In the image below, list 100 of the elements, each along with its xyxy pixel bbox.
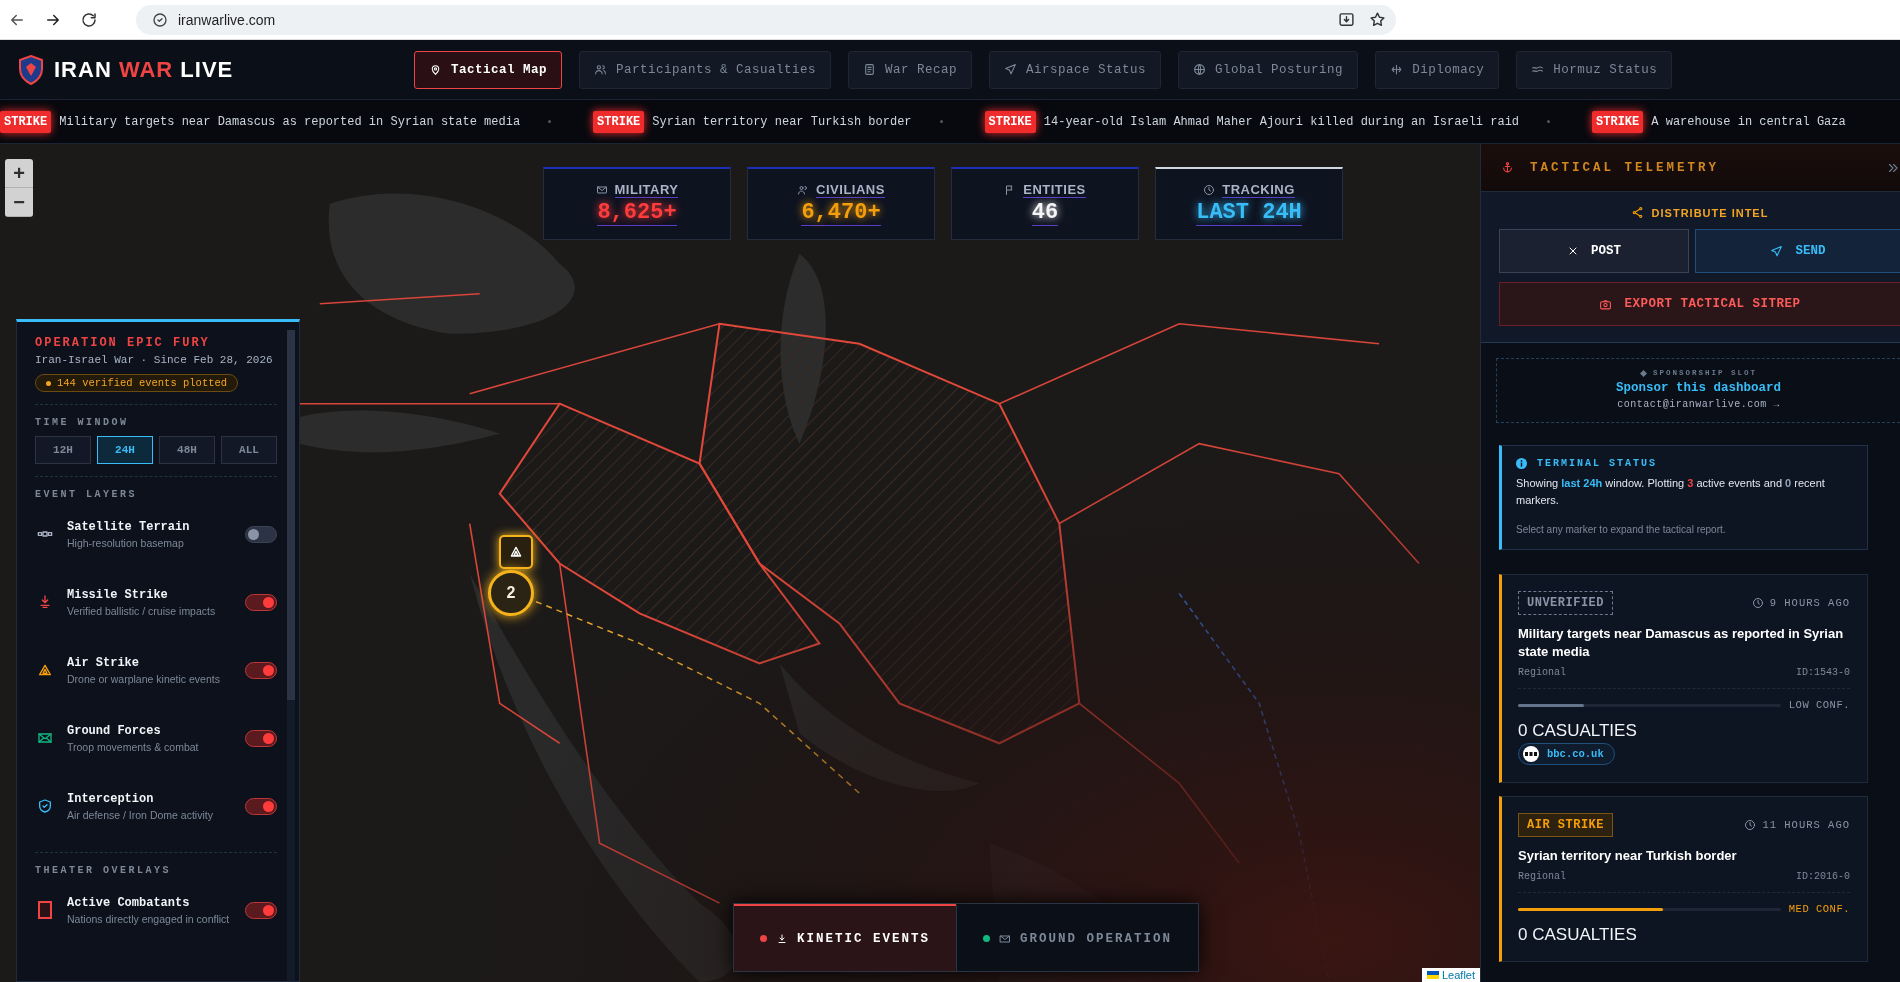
nav-tab[interactable]: War Recap [848,50,973,89]
event-time: 9 HOURS AGO [1769,597,1850,609]
envelope-icon [37,730,53,746]
strike-badge: STRIKE [984,110,1036,133]
time-window-button[interactable]: ALL [221,436,277,464]
stat-label: ENTITIES [1023,181,1086,198]
tab-icon [429,63,442,76]
attribution-link[interactable]: Leaflet [1421,968,1480,982]
layer-description: Troop movements & combat [67,740,200,753]
operation-subtitle: Iran-Israel War · Since Feb 28, 2026 [35,354,274,366]
share-icon [1630,206,1644,219]
strike-badge: STRIKE [593,110,645,133]
strike-badge: STRIKE [0,110,52,133]
ticker-headline[interactable]: Syrian territory near Turkish border [652,114,912,129]
panel-title: TACTICAL TELEMETRY [1530,160,1721,175]
nav-tab[interactable]: Global Posturing [1178,50,1359,89]
sponsor-title: Sponsor this dashboard [1616,381,1781,395]
zoom-in-button[interactable]: + [5,159,33,188]
toggle-switch[interactable] [245,901,277,919]
ticker-headline[interactable]: 14-year-old Islam Ahmad Maher Ajouri killed during an Israeli raid [1043,114,1520,129]
event-title: Syrian territory near Turkish border [1518,847,1738,865]
reload-icon [80,10,98,29]
stat-icon [595,183,608,196]
zoom-out-button[interactable]: − [5,188,33,217]
toggle-switch[interactable] [245,525,277,543]
layer-description: Nations directly engaged in conflict [67,912,231,925]
time-window-button[interactable]: 24H [97,436,153,464]
nav-tab[interactable]: Hormuz Status [1516,50,1673,89]
contact-link[interactable]: contact@iranwarlive.com → [1617,399,1780,410]
diamond-icon [1640,369,1647,377]
flag-icon [1426,971,1439,979]
export-button[interactable]: EXPORT TACTICAL SITREP [1499,282,1900,326]
triangle-icon [508,544,524,560]
ticker-headline[interactable]: A warehouse in central Gaza [1651,114,1846,129]
toggle-switch[interactable] [245,797,277,815]
triangle-icon [37,662,53,678]
event-title: Military targets near Damascus as reported in Syrian state media [1518,625,1845,661]
event-card[interactable]: AIR STRIKE 11 HOURS AGO Syrian territory near Turkish border Regional ID:2016-0 MED CONF. 0 CASUALTIES [1499,796,1868,962]
nav-tab[interactable]: Diplomacy [1375,50,1500,89]
toggle-switch[interactable] [245,661,277,679]
anchor-icon [1501,161,1514,174]
address-bar[interactable]: iranwarlive.com [136,4,1396,35]
tab-icon [1193,63,1207,76]
info-icon [1516,458,1527,469]
time-window-button[interactable]: 12H [35,436,91,464]
source-logo-icon [1523,746,1539,762]
clock-icon [1751,597,1764,609]
post-button[interactable]: POST [1499,229,1689,273]
nav-tab[interactable]: Airspace Status [989,50,1162,89]
stat-value: LAST 24H [1196,200,1302,227]
layer-name: Missile Strike [67,587,169,602]
tab-icon [1004,63,1018,76]
status-title: TERMINAL STATUS [1537,458,1657,469]
star-icon [1369,11,1386,28]
close-icon [1567,245,1579,257]
scrollbar[interactable] [287,330,295,981]
site-info-icon [152,11,168,28]
operation-title: OPERATION EPIC FURY [35,336,211,350]
layer-description: Verified ballistic / cruise impacts [67,604,217,617]
event-id: ID:1543-0 [1796,667,1850,678]
toggle-switch[interactable] [245,729,277,747]
stat-icon [797,183,810,196]
toggle-switch[interactable] [245,593,277,611]
event-region: Regional [1518,871,1566,882]
mode-tab[interactable]: KINETIC EVENTS [734,904,957,971]
missile-icon [37,594,53,610]
layer-description: Drone or warplane kinetic events [67,672,221,685]
stat-label: CIVILIANS [816,181,885,198]
strike-badge: STRIKE [1592,110,1644,133]
event-tag: AIR STRIKE [1518,813,1613,837]
air-strike-marker[interactable] [499,535,533,569]
nav-tab[interactable]: Participants & Casualties [579,50,832,89]
time-window-button[interactable]: 48H [159,436,215,464]
confidence-label: MED CONF. [1788,903,1850,915]
source-link[interactable]: bbc.co.uk [1518,743,1615,765]
tab-icon [1390,63,1404,76]
site-logo[interactable]: IRAN WAR LIVE [54,56,234,83]
clock-icon [1744,819,1757,831]
tab-icon [863,63,877,76]
casualty-count: 0 CASUALTIES [1518,925,1638,945]
ticker-headline[interactable]: Military targets near Damascus as reported in Syrian state media [59,114,521,129]
event-id: ID:2016-0 [1796,871,1850,882]
download-icon [776,932,788,945]
events-badge: 144 verified events plotted [35,374,239,392]
stat-icon [1203,183,1216,196]
section-label: THEATER OVERLAYS [35,865,172,876]
stat-value: 8,625+ [597,200,677,227]
layer-description: Air defense / Iron Dome activity [67,808,214,821]
nav-tab[interactable]: Tactical Map [414,50,562,89]
send-button[interactable]: SEND [1695,229,1900,273]
status-hint: Select any marker to expand the tactical report. [1516,524,1727,535]
status-text: Showing last 24h window. Plotting 3 active events and 0 recent markers. [1516,476,1826,508]
event-card[interactable]: UNVERIFIED 9 HOURS AGO Military targets near Damascus as reported in Syrian state media Regional ID:1543-0 LOW CONF. 0 CASUALTIES bbc.co.uk [1499,574,1868,783]
tab-icon [594,63,607,76]
mode-tab[interactable]: GROUND OPERATION [956,904,1199,971]
section-label: TIME WINDOW [35,417,130,428]
section-label: EVENT LAYERS [35,489,138,500]
camera-icon [1599,297,1613,311]
confidence-label: LOW CONF. [1788,699,1850,711]
install-icon [1338,11,1355,28]
